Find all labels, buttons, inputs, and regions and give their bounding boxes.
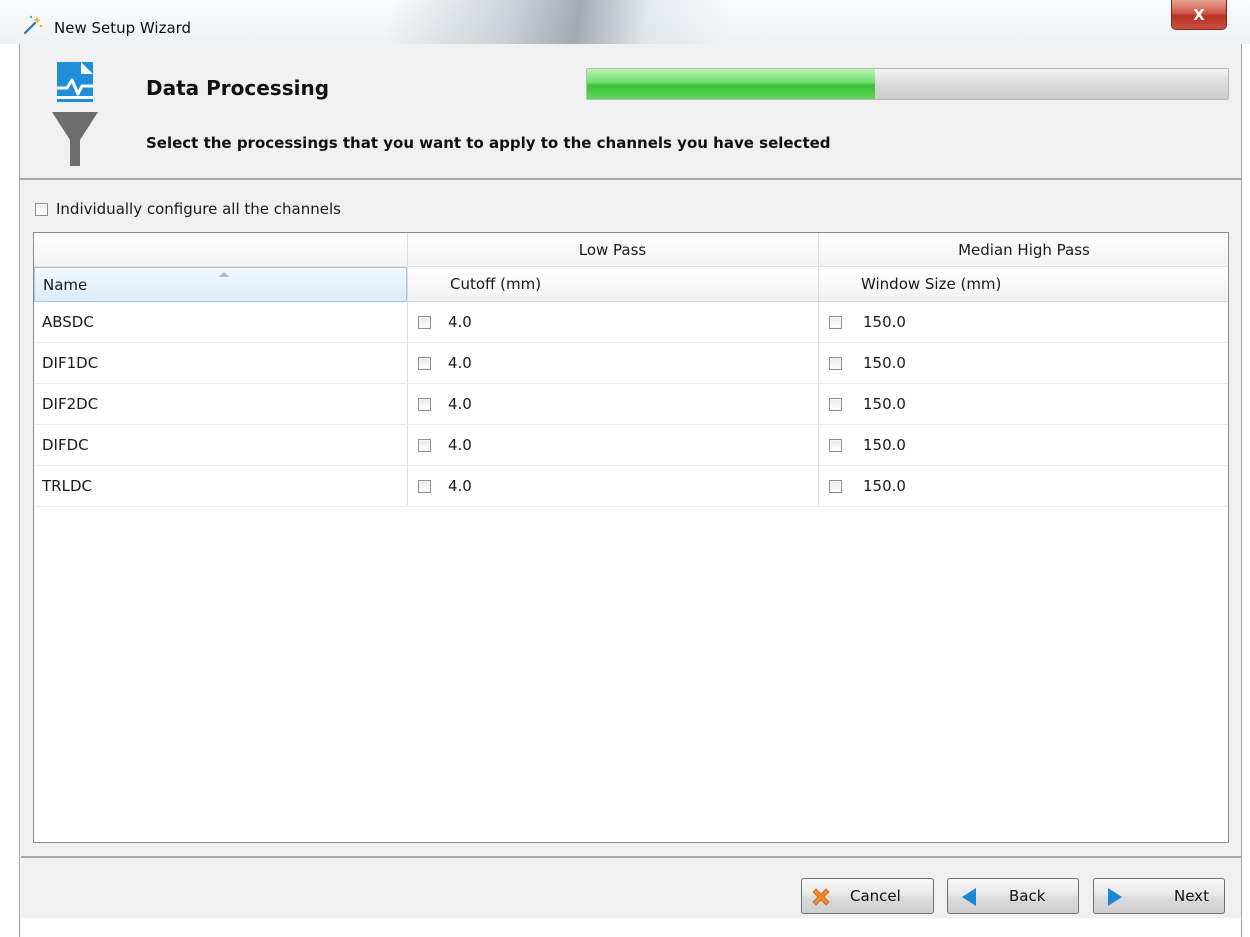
window-right-edge [1241, 44, 1250, 937]
highpass-checkbox[interactable] [829, 397, 842, 411]
highpass-checkbox-cell[interactable] [829, 343, 842, 383]
table-row[interactable]: DIF2DC 4.0 150.0 [34, 384, 1228, 425]
row-name: DIFDC [42, 436, 89, 454]
column-header-lowpass-enabled[interactable] [407, 267, 442, 302]
lowpass-checkbox[interactable] [418, 356, 431, 370]
lowpass-checkbox[interactable] [418, 397, 431, 411]
lowpass-checkbox-cell[interactable] [418, 425, 431, 465]
lowpass-checkbox[interactable] [418, 438, 431, 452]
cutoff-value[interactable]: 4.0 [448, 425, 472, 465]
row-name: ABSDC [42, 313, 94, 331]
close-button[interactable]: X [1171, 0, 1227, 30]
individual-config-checkbox[interactable] [35, 202, 48, 216]
page-subtitle: Select the processings that you want to … [146, 134, 831, 152]
row-name: TRLDC [42, 477, 92, 495]
window-size-value[interactable]: 150.0 [863, 302, 906, 342]
window-size-value[interactable]: 150.0 [863, 384, 906, 424]
next-button[interactable]: Next [1093, 878, 1225, 914]
window-size-value[interactable]: 150.0 [863, 466, 906, 506]
row-name: DIF1DC [42, 354, 99, 372]
highpass-checkbox[interactable] [829, 438, 842, 452]
wizard-header: Data Processing Select the processings t… [20, 44, 1241, 180]
highpass-checkbox-cell[interactable] [829, 425, 842, 465]
highpass-checkbox[interactable] [829, 315, 842, 329]
table-row[interactable]: DIF1DC 4.0 150.0 [34, 343, 1228, 384]
magic-wand-icon [23, 15, 43, 35]
row-name: DIF2DC [42, 395, 99, 413]
lowpass-checkbox-cell[interactable] [418, 466, 431, 506]
group-header-median-high-pass: Median High Pass [818, 233, 1228, 267]
cutoff-value[interactable]: 4.0 [448, 384, 472, 424]
next-label: Next [1174, 887, 1209, 905]
window-title: New Setup Wizard [54, 19, 192, 37]
title-bar-glass [390, 0, 730, 44]
group-header-low-pass: Low Pass [407, 233, 818, 267]
highpass-checkbox[interactable] [829, 479, 842, 493]
lowpass-checkbox-cell[interactable] [418, 384, 431, 424]
individual-config-option[interactable]: Individually configure all the channels [35, 200, 341, 218]
group-header-blank [34, 233, 407, 267]
sort-ascending-icon [219, 272, 229, 277]
title-bar[interactable]: New Setup Wizard X [0, 0, 1250, 44]
table-row[interactable]: DIFDC 4.0 150.0 [34, 425, 1228, 466]
cutoff-value[interactable]: 4.0 [448, 466, 472, 506]
column-header-cutoff[interactable]: Cutoff (mm) [442, 267, 818, 302]
cancel-button[interactable]: Cancel [801, 878, 934, 914]
window-left-edge [0, 44, 20, 937]
wizard-content: Individually configure all the channels … [21, 180, 1241, 856]
highpass-checkbox-cell[interactable] [829, 302, 842, 342]
table-row[interactable]: ABSDC 4.0 150.0 [34, 302, 1228, 343]
column-header-window-size-label: Window Size (mm) [861, 275, 1002, 293]
wizard-footer: Cancel Back Next [21, 856, 1241, 918]
column-header-cutoff-label: Cutoff (mm) [450, 275, 542, 293]
back-button[interactable]: Back [947, 878, 1079, 914]
page-title: Data Processing [146, 76, 330, 100]
lowpass-checkbox-cell[interactable] [418, 343, 431, 383]
column-header-name[interactable]: Name [34, 267, 407, 302]
table-row[interactable]: TRLDC 4.0 150.0 [34, 466, 1228, 507]
data-filter-funnel-icon [52, 62, 98, 166]
highpass-checkbox-cell[interactable] [829, 384, 842, 424]
lowpass-checkbox[interactable] [418, 479, 431, 493]
cancel-x-icon [812, 888, 830, 906]
individual-config-label: Individually configure all the channels [56, 200, 341, 218]
wizard-window: New Setup Wizard X Data Processing Selec… [0, 0, 1250, 937]
highpass-checkbox[interactable] [829, 356, 842, 370]
wizard-progress-fill [587, 69, 876, 99]
processing-table: Low Pass Median High Pass Name Cutoff (m… [33, 232, 1229, 843]
window-size-value[interactable]: 150.0 [863, 343, 906, 383]
window-bottom-edge [21, 918, 1241, 937]
wizard-progress-bar [586, 68, 1229, 100]
highpass-checkbox-cell[interactable] [829, 466, 842, 506]
lowpass-checkbox-cell[interactable] [418, 302, 431, 342]
cutoff-value[interactable]: 4.0 [448, 343, 472, 383]
back-arrow-icon [962, 888, 976, 906]
column-header-highpass-enabled[interactable] [818, 267, 853, 302]
column-header-name-label: Name [43, 275, 88, 294]
back-label: Back [1009, 887, 1046, 905]
cancel-label: Cancel [850, 887, 901, 905]
lowpass-checkbox[interactable] [418, 315, 431, 329]
column-header-window-size[interactable]: Window Size (mm) [853, 267, 1228, 302]
next-arrow-icon [1108, 888, 1122, 906]
cutoff-value[interactable]: 4.0 [448, 302, 472, 342]
close-icon: X [1193, 5, 1205, 24]
window-size-value[interactable]: 150.0 [863, 425, 906, 465]
